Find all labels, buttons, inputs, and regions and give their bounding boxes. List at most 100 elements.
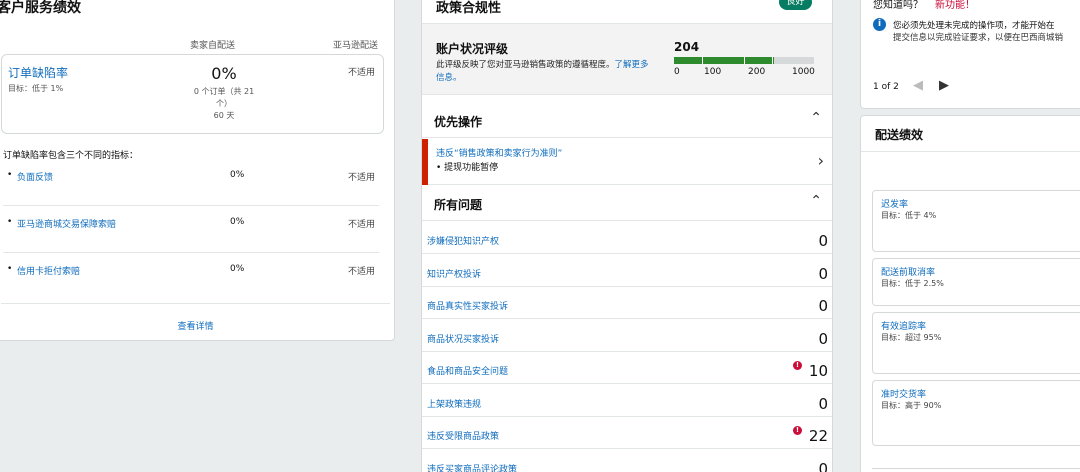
bullet: • — [7, 170, 13, 180]
issue-link[interactable]: 违反受限商品政策 — [427, 429, 499, 442]
customer-service-panel: 客户服务绩效 卖家自配送 亚马逊配送 订单缺陷率 目标：低于 1% 0% 0 个… — [0, 0, 395, 341]
view-details-link[interactable]: 查看详情 — [0, 319, 394, 332]
col-header-amazon: 亚马逊配送 — [333, 41, 379, 51]
delivery-metric-link[interactable]: 准时交货率 — [881, 387, 926, 400]
detail-line-2: 个） — [216, 99, 232, 108]
alert-bar — [422, 139, 428, 185]
score-tick: 1000 — [792, 67, 815, 77]
new-feature-label: 新功能！ — [935, 0, 975, 11]
metric-link[interactable]: 负面反馈 — [17, 170, 53, 183]
metric-link[interactable]: 信用卡拒付索赔 — [17, 264, 80, 277]
bar-divider — [772, 57, 773, 64]
notice-message-line-2: 提交信息以完成验证要求，以便在巴西商城销 — [893, 33, 1064, 43]
priority-actions-title: 优先操作 — [434, 115, 483, 129]
policy-compliance-panel: 政策合规性 良好 账户状况评级 此评级反映了您对亚马逊销售政策的遵循程度。了解更… — [421, 0, 833, 472]
issue-row: 商品真实性买家投诉 0 — [422, 287, 832, 319]
col-header-seller: 卖家自配送 — [190, 41, 236, 51]
bullet: • — [7, 264, 13, 274]
pre-fulfillment-cancel-card: 配送前取消率 目标：低于 2.5% — [872, 258, 1080, 306]
divider — [1, 303, 390, 304]
valid-tracking-card: 有效追踪率 目标：超过 95% — [872, 312, 1080, 374]
order-defect-rate-target: 目标：低于 1% — [8, 84, 64, 93]
account-health-desc-text: 此评级反映了您对亚马逊销售政策的遵循程度。 — [436, 60, 615, 70]
divider — [872, 468, 1080, 469]
order-defect-rate-link[interactable]: 订单缺陷率 — [8, 64, 68, 81]
notice-panel: 您知道吗？ 新功能！ i 您必须先处理未完成的操作项，才能开始在 提交信息以完成… — [860, 0, 1080, 109]
account-health-section: 账户状况评级 此评级反映了您对亚马逊销售政策的遵循程度。了解更多信息。 204 … — [422, 23, 832, 95]
priority-action-title[interactable]: 违反“销售政策和卖家行为准则” — [436, 146, 562, 159]
issue-count: 0 — [818, 232, 828, 250]
metric-amazon: 不适用 — [347, 173, 375, 183]
metric-value: 0% — [230, 170, 245, 180]
order-defect-rate-amazon: 不适用 — [347, 68, 375, 78]
metric-row: • 亚马逊商城交易保障索赔 0% 不适用 — [3, 206, 379, 253]
account-health-desc: 此评级反映了您对亚马逊销售政策的遵循程度。了解更多信息。 — [436, 59, 656, 85]
detail-line-3: 60 天 — [213, 111, 235, 120]
issue-link[interactable]: 涉嫌侵犯知识产权 — [427, 234, 499, 247]
previous-arrow-icon[interactable]: ◀ — [913, 78, 923, 93]
score-tick: 200 — [748, 67, 766, 77]
info-icon: i — [873, 18, 886, 31]
priority-action-sub: • 提现功能暂停 — [436, 163, 499, 173]
did-you-know-label: 您知道吗？ — [873, 0, 923, 11]
chevron-up-icon[interactable]: ⌃ — [810, 193, 822, 209]
issue-row: 知识产权投诉 0 — [422, 255, 832, 287]
order-defect-rate-value: 0% — [211, 64, 237, 83]
alert-icon: ! — [793, 426, 802, 435]
order-defect-rate-detail: 0 个订单（共 21 个） 60 天 — [187, 86, 261, 122]
delivery-metric-link[interactable]: 迟发率 — [881, 197, 908, 210]
metric-value: 0% — [230, 217, 245, 227]
chevron-up-icon[interactable]: ⌃ — [810, 110, 822, 126]
chevron-right-icon[interactable]: › — [818, 151, 824, 170]
delivery-metric-target: 目标：低于 4% — [881, 211, 937, 220]
issue-row: 违反受限商品政策! 22 — [422, 417, 832, 449]
metric-link[interactable]: 亚马逊商城交易保障索赔 — [17, 217, 116, 230]
delivery-performance-title: 配送绩效 — [875, 128, 924, 142]
issue-count: 0 — [818, 459, 828, 472]
bullet: • — [7, 217, 13, 227]
next-arrow-icon[interactable]: ▶ — [939, 78, 949, 93]
alert-icon: ! — [793, 361, 802, 370]
metric-row: • 负面反馈 0% 不适用 — [3, 159, 379, 206]
issue-link[interactable]: 商品状况买家投诉 — [427, 332, 499, 345]
priority-action-item[interactable]: 违反“销售政策和卖家行为准则” • 提现功能暂停 › — [422, 139, 832, 185]
on-time-delivery-card: 准时交货率 目标：高于 90% — [872, 380, 1080, 446]
delivery-metric-target: 目标：高于 90% — [881, 401, 942, 410]
policy-title: 政策合规性 — [436, 1, 502, 16]
all-issues-header[interactable]: 所有问题 ⌃ — [422, 185, 832, 221]
delivery-metric-target: 目标：超过 95% — [881, 333, 942, 342]
issue-link[interactable]: 食品和商品安全问题 — [427, 364, 508, 377]
delivery-performance-panel: 配送绩效 迟发率 目标：低于 4% 配送前取消率 目标：低于 2.5% 有效追踪… — [860, 115, 1080, 472]
pagination-label: 1 of 2 — [873, 82, 899, 92]
issue-link[interactable]: 知识产权投诉 — [427, 267, 481, 280]
issue-row: 违反买家商品评论政策 0 — [422, 450, 832, 472]
all-issues-title: 所有问题 — [434, 198, 483, 212]
issue-count: 0 — [818, 297, 828, 315]
score-tick: 0 — [674, 67, 680, 77]
issue-count: 22 — [808, 427, 828, 445]
issue-count: 0 — [818, 329, 828, 348]
customer-service-title: 客户服务绩效 — [0, 0, 81, 16]
divider — [861, 151, 1080, 152]
delivery-metric-link[interactable]: 配送前取消率 — [881, 265, 935, 278]
health-score: 204 — [674, 40, 700, 54]
issue-row: 商品状况买家投诉 0 — [422, 320, 832, 352]
account-health-title: 账户状况评级 — [436, 42, 509, 56]
health-score-bar — [674, 57, 814, 64]
metric-amazon: 不适用 — [347, 220, 375, 230]
score-tick: 100 — [704, 67, 722, 77]
issue-link[interactable]: 违反买家商品评论政策 — [427, 462, 517, 472]
issue-link[interactable]: 商品真实性买家投诉 — [427, 299, 508, 312]
delivery-metric-link[interactable]: 有效追踪率 — [881, 319, 926, 332]
issue-link[interactable]: 上架政策违规 — [427, 397, 481, 410]
priority-actions-header[interactable]: 优先操作 ⌃ — [422, 102, 832, 138]
late-shipment-card: 迟发率 目标：低于 4% — [872, 190, 1080, 252]
metric-row: • 信用卡拒付索赔 0% 不适用 — [3, 253, 379, 300]
bar-divider — [702, 57, 703, 64]
detail-line-1: 0 个订单（共 21 — [193, 87, 255, 96]
issue-row: 涉嫌侵犯知识产权 0 — [422, 222, 832, 254]
issue-row: 食品和商品安全问题! 10 — [422, 352, 832, 384]
delivery-metric-target: 目标：低于 2.5% — [881, 279, 944, 288]
status-badge: 良好 — [779, 0, 812, 10]
issue-count: 0 — [818, 264, 828, 283]
